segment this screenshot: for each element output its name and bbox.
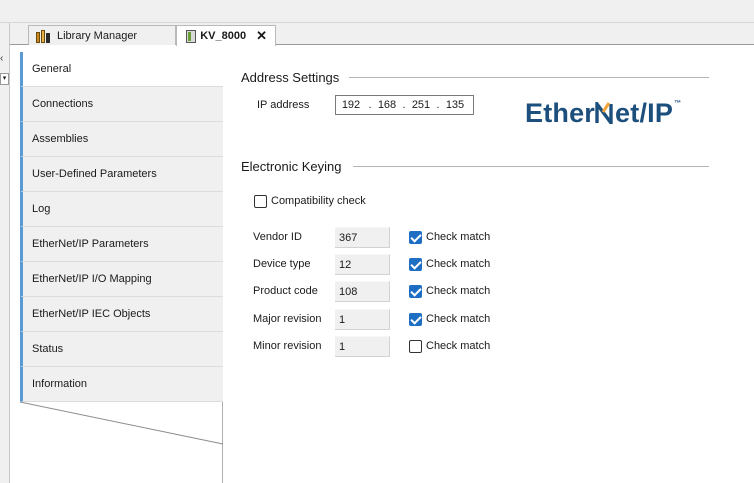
electronic-keying-title: Electronic Keying: [241, 159, 342, 174]
ip-octet-4[interactable]: 135: [442, 99, 468, 111]
compatibility-check-checkbox[interactable]: [254, 195, 267, 208]
logo-trademark: ™: [674, 100, 682, 107]
check-match-label: Check match: [426, 258, 491, 270]
device-type-value[interactable]: 12: [335, 254, 390, 275]
check-match-label: Check match: [426, 285, 491, 297]
ip-octet-3[interactable]: 251: [408, 99, 434, 111]
check-match-label: Check match: [426, 231, 491, 243]
device-icon: [183, 29, 196, 43]
ip-octet-1[interactable]: 192: [336, 99, 366, 111]
minor-revision-value[interactable]: 1: [335, 336, 390, 357]
major-revision-label: Major revision: [253, 313, 322, 325]
nav-item-ethernetip-iec-objects[interactable]: EtherNet/IP IEC Objects: [20, 297, 223, 332]
nav-item-connections[interactable]: Connections: [20, 87, 223, 122]
nav-item-log[interactable]: Log: [20, 192, 223, 227]
product-code-label: Product code: [253, 285, 318, 297]
vendor-id-check-match-checkbox[interactable]: [409, 231, 422, 244]
ip-address-label: IP address: [257, 99, 310, 111]
nav-footer-divider: [20, 402, 224, 445]
device-type-check-match-checkbox[interactable]: [409, 258, 422, 271]
logo-text-left: Ether: [525, 98, 596, 128]
check-match-label: Check match: [426, 340, 491, 352]
collapse-arrow-icon[interactable]: ‹: [0, 53, 3, 64]
tab-label: Library Manager: [57, 29, 138, 42]
tab-kv-8000[interactable]: KV_8000 ✕: [176, 25, 276, 46]
tab-label: KV_8000: [200, 30, 247, 42]
dropdown-caret-icon[interactable]: ▾: [0, 73, 9, 85]
logo-n-glyph: [595, 98, 613, 129]
minor-revision-check-match-checkbox[interactable]: [409, 340, 422, 353]
logo-text-right: et/IP: [615, 98, 674, 128]
major-revision-value[interactable]: 1: [335, 309, 390, 330]
section-divider: [349, 77, 709, 78]
vendor-id-value[interactable]: 367: [335, 227, 390, 248]
nav-item-information[interactable]: Information: [20, 367, 223, 402]
vendor-id-label: Vendor ID: [253, 231, 302, 243]
ip-separator: .: [368, 99, 372, 111]
nav-item-general[interactable]: General: [20, 52, 223, 87]
settings-nav: General Connections Assemblies User-Defi…: [20, 52, 223, 402]
nav-item-user-defined-parameters[interactable]: User-Defined Parameters: [20, 157, 223, 192]
compatibility-check-label: Compatibility check: [271, 195, 366, 207]
check-match-label: Check match: [426, 313, 491, 325]
device-type-label: Device type: [253, 258, 311, 270]
ip-octet-2[interactable]: 168: [374, 99, 400, 111]
address-settings-title: Address Settings: [241, 70, 340, 85]
minor-revision-label: Minor revision: [253, 340, 322, 352]
product-code-value[interactable]: 108: [335, 281, 390, 302]
library-icon: [35, 29, 51, 43]
ip-address-field[interactable]: 192 . 168 . 251 . 135: [335, 95, 474, 115]
section-divider: [353, 166, 709, 167]
toolbar-strip: [0, 0, 754, 23]
close-icon[interactable]: ✕: [256, 28, 267, 44]
major-revision-check-match-checkbox[interactable]: [409, 313, 422, 326]
tab-library-manager[interactable]: Library Manager: [28, 25, 176, 45]
ip-separator: .: [436, 99, 440, 111]
nav-item-assemblies[interactable]: Assemblies: [20, 122, 223, 157]
ethernetip-logo: Ether et/IP™: [525, 98, 681, 129]
nav-item-status[interactable]: Status: [20, 332, 223, 367]
product-code-check-match-checkbox[interactable]: [409, 285, 422, 298]
ip-separator: .: [402, 99, 406, 111]
nav-item-ethernetip-parameters[interactable]: EtherNet/IP Parameters: [20, 227, 223, 262]
nav-item-ethernetip-io-mapping[interactable]: EtherNet/IP I/O Mapping: [20, 262, 223, 297]
left-gutter: ‹ ▾: [0, 23, 10, 483]
